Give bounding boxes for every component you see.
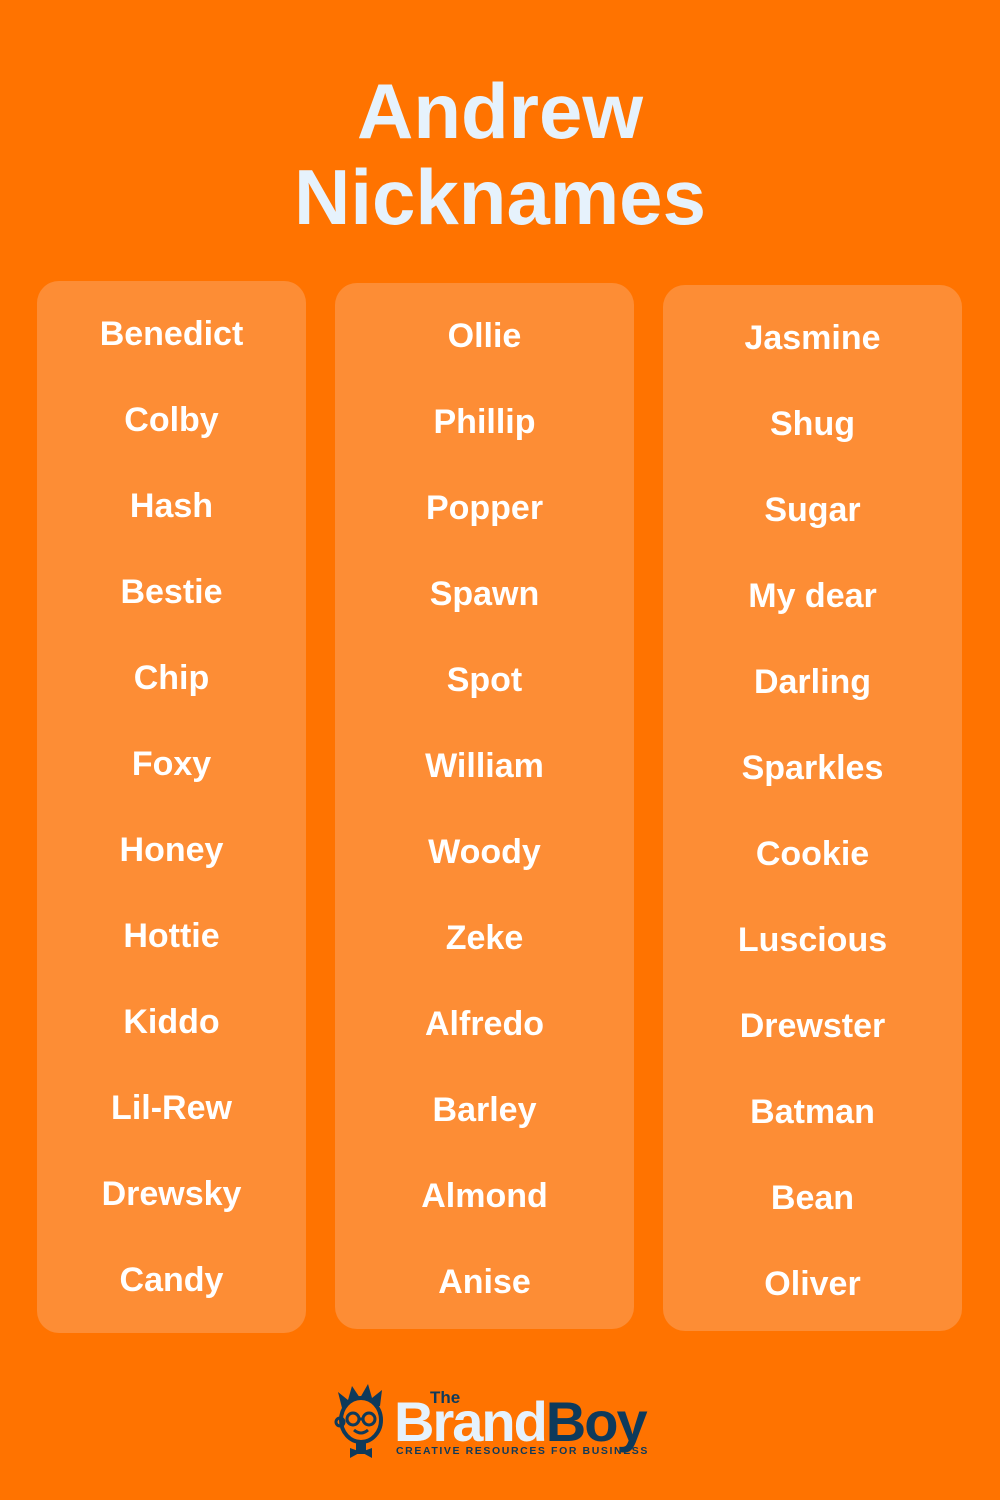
nickname-item: Honey — [119, 831, 224, 869]
nickname-item: Colby — [124, 401, 219, 439]
nickname-item: Bean — [770, 1179, 855, 1217]
nickname-item: Sugar — [764, 491, 861, 529]
logo-tagline: CREATIVE RESOURCES FOR BUSINESS — [396, 1445, 650, 1457]
logo-wordmark: BrandBoy — [394, 1394, 648, 1450]
nickname-item: Ollie — [447, 317, 522, 355]
nickname-item: Spawn — [429, 575, 540, 613]
nickname-item: Alfredo — [425, 1005, 544, 1043]
nickname-item: Sparkles — [741, 749, 884, 787]
nickname-item: Kiddo — [123, 1003, 220, 1041]
nickname-item: Oliver — [764, 1265, 861, 1303]
nickname-item: My dear — [748, 577, 877, 615]
nickname-item: Luscious — [737, 921, 888, 959]
nickname-item: Hash — [129, 487, 214, 525]
nickname-column-3: Jasmine Shug Sugar My dear Darling Sparkles Co… — [663, 285, 962, 1331]
nickname-item: Shug — [770, 405, 855, 443]
nickname-item: William — [425, 747, 544, 785]
nickname-item: Zeke — [445, 919, 524, 957]
nickname-item: Jasmine — [744, 319, 881, 357]
nickname-item: Foxy — [131, 745, 212, 783]
nickname-item: Darling — [753, 663, 872, 701]
title-line-2: Nicknames — [294, 153, 706, 241]
nickname-item: Batman — [750, 1093, 875, 1131]
nickname-item: Spot — [446, 661, 523, 699]
nickname-item: Popper — [425, 489, 544, 527]
logo-boy-text: Boy — [545, 1390, 648, 1453]
mascot-icon — [334, 1384, 383, 1458]
nickname-item: Chip — [133, 659, 210, 697]
nickname-item: Candy — [119, 1261, 224, 1299]
nickname-item: Bestie — [120, 573, 223, 611]
nickname-column-1: Benedict Colby Hash Bestie Chip Foxy Honey Hott… — [37, 281, 306, 1333]
nickname-item: Drewsky — [101, 1175, 242, 1213]
nickname-item: Phillip — [433, 403, 536, 441]
nickname-item: Woody — [428, 833, 541, 871]
nickname-item: Anise — [438, 1263, 531, 1301]
nickname-item: Barley — [432, 1091, 537, 1129]
nickname-item: Lil-Rew — [111, 1089, 232, 1127]
nickname-item: Drewster — [739, 1007, 886, 1045]
title-line-1: Andrew — [356, 67, 644, 155]
page-title: Andrew Nicknames — [0, 68, 1000, 240]
nickname-item: Cookie — [755, 835, 870, 873]
nickname-column-2: Ollie Phillip Popper Spawn Spot William Woody Z… — [335, 283, 634, 1329]
nickname-item: Hottie — [123, 917, 220, 955]
nickname-item: Benedict — [99, 315, 244, 353]
brand-logo: The BrandBoy CREATIVE RESOURCES FOR BUSI… — [330, 1380, 690, 1465]
logo-brand-text: Brand — [394, 1390, 548, 1453]
nickname-item: Almond — [421, 1177, 548, 1215]
